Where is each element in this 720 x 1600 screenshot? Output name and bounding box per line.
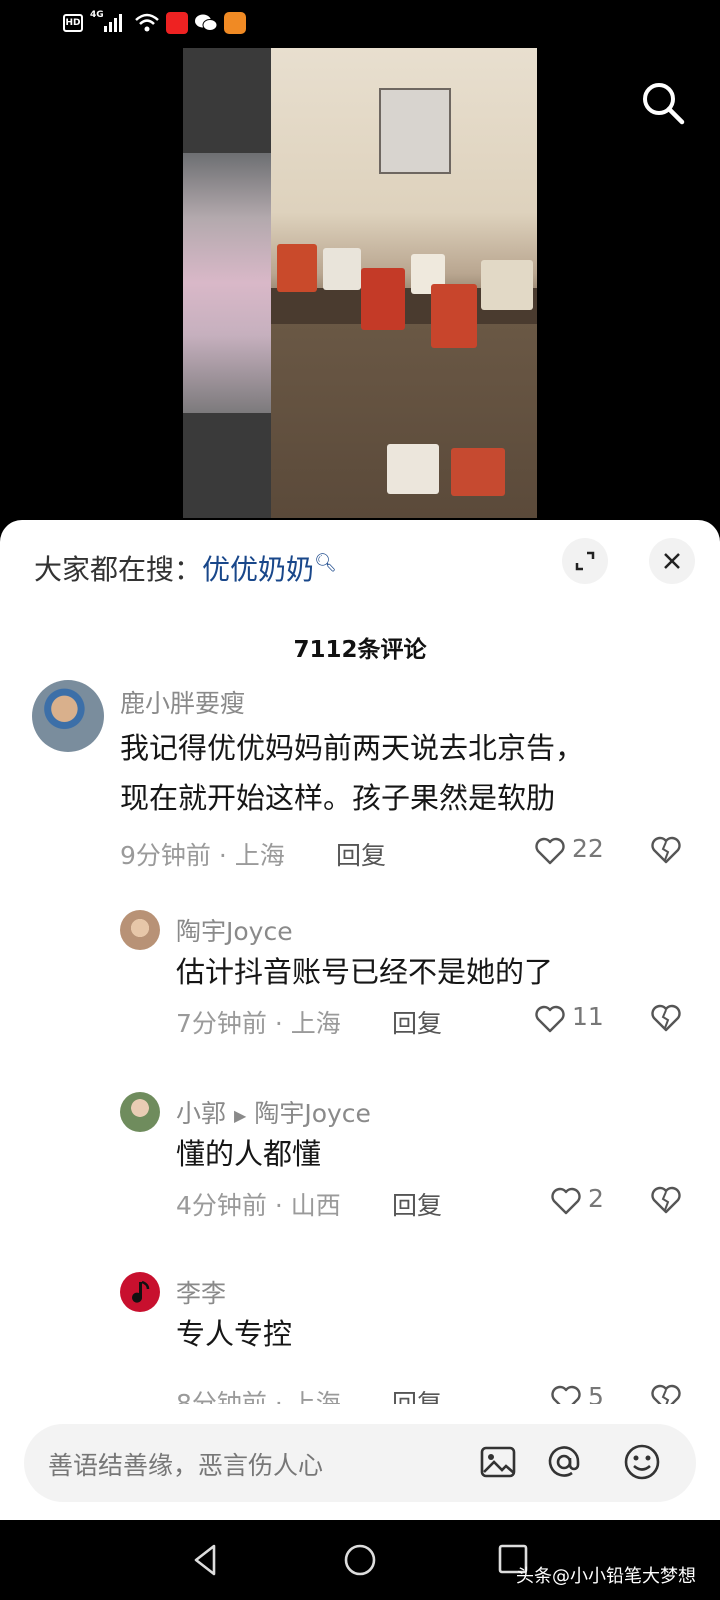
- like-button[interactable]: 11: [534, 1002, 614, 1036]
- comment-text: 估计抖音账号已经不是她的了: [176, 955, 554, 989]
- image-icon[interactable]: [476, 1440, 520, 1484]
- comment-time: 4分钟前: [176, 1191, 267, 1220]
- like-button[interactable]: 5: [550, 1382, 630, 1404]
- like-count: 5: [588, 1382, 604, 1404]
- like-count: 11: [572, 1002, 604, 1031]
- comment-meta: 8分钟前 · 上海: [176, 1384, 341, 1404]
- like-count: 22: [572, 834, 604, 863]
- heart-icon: [535, 1005, 565, 1033]
- comment-location: 上海: [290, 1389, 341, 1404]
- comment-input-placeholder: 善语结善缘，恶言伤人心: [48, 1451, 324, 1480]
- avatar[interactable]: [120, 1092, 160, 1132]
- reply-button[interactable]: 回复: [392, 1384, 442, 1404]
- watermark-account: @小小铅笔大梦想: [552, 1566, 696, 1587]
- home-icon[interactable]: [340, 1540, 380, 1580]
- comment-username[interactable]: 陶宇Joyce: [176, 912, 293, 948]
- avatar[interactable]: [120, 1272, 160, 1312]
- system-nav-bar: [0, 1520, 720, 1600]
- like-count: 2: [588, 1184, 604, 1213]
- watermark: 头条@小小铅笔大梦想: [516, 1562, 696, 1588]
- food-bag: [387, 444, 439, 494]
- reply-button[interactable]: 回复: [392, 1186, 442, 1222]
- comment-item: 李李 专人专控 8分钟前 · 上海 回复 5: [0, 1272, 720, 1404]
- food-bag: [481, 260, 533, 310]
- hd-indicator: HD: [63, 14, 83, 32]
- comment-count: 7112条评论: [293, 637, 427, 663]
- signal-icon: [104, 14, 122, 32]
- comment-meta: 7分钟前 · 上海: [176, 1009, 341, 1038]
- comment-location: 上海: [290, 1009, 341, 1038]
- comment-username-text: 小郭: [176, 1099, 227, 1128]
- at-icon[interactable]: [542, 1440, 586, 1484]
- comment-meta: 4分钟前 · 山西: [176, 1191, 341, 1220]
- like-button[interactable]: 2: [550, 1184, 630, 1218]
- heart-icon: [535, 837, 565, 865]
- video-player[interactable]: [0, 48, 720, 530]
- reply-to-username[interactable]: 陶宇Joyce: [254, 1099, 371, 1128]
- emoji-icon[interactable]: [620, 1440, 664, 1484]
- comment-text: 专人专控: [176, 1317, 293, 1351]
- notification-app-icon: [166, 12, 188, 34]
- food-bag: [451, 448, 505, 496]
- comment-meta: 9分钟前 · 上海: [120, 841, 285, 870]
- comment-text: 现在就开始这样。孩子果然是软肋: [120, 781, 556, 815]
- heart-icon: [551, 1187, 581, 1215]
- comment-text: 懂的人都懂: [176, 1137, 322, 1171]
- heart-icon: [551, 1385, 581, 1404]
- comment-text: 我记得优优妈妈前两天说去北京告，: [120, 731, 585, 765]
- search-icon[interactable]: [638, 78, 688, 128]
- wall-cabinet: [379, 88, 451, 174]
- watermark-platform: 头条: [516, 1566, 552, 1587]
- video-side-image: [183, 153, 271, 413]
- back-icon[interactable]: [186, 1540, 226, 1580]
- food-bag: [277, 244, 317, 292]
- expand-icon: [575, 551, 595, 571]
- food-bag: [431, 284, 477, 348]
- video-frame: [271, 48, 537, 518]
- comment-username[interactable]: 小郭 ▶ 陶宇Joyce: [176, 1094, 371, 1130]
- comment-username[interactable]: 鹿小胖要瘦: [120, 684, 245, 720]
- expand-button[interactable]: [562, 538, 608, 584]
- broken-heart-icon[interactable]: [650, 1002, 682, 1034]
- reply-arrow-icon: ▶: [234, 1105, 247, 1125]
- status-bar: HD 4G: [0, 0, 720, 48]
- close-icon: [664, 553, 680, 569]
- comment-location: 山西: [290, 1191, 341, 1220]
- broken-heart-icon[interactable]: [650, 1184, 682, 1216]
- avatar[interactable]: [120, 910, 160, 950]
- wechat-icon: [195, 14, 218, 31]
- search-suggestion-term[interactable]: 优优奶奶: [202, 553, 314, 586]
- search-suggestion-prefix: 大家都在搜：: [34, 553, 203, 586]
- close-button[interactable]: [649, 538, 695, 584]
- search-suggestion[interactable]: 大家都在搜：优优奶奶🔍︎: [34, 548, 337, 588]
- reply-button[interactable]: 回复: [336, 836, 386, 872]
- comment-input[interactable]: 善语结善缘，恶言伤人心: [24, 1424, 696, 1502]
- reply-button[interactable]: 回复: [392, 1004, 442, 1040]
- music-note-icon: [132, 1280, 150, 1303]
- avatar[interactable]: [32, 680, 104, 752]
- comment-location: 上海: [234, 841, 285, 870]
- search-small-icon: 🔍︎: [314, 552, 337, 574]
- wifi-icon: [135, 13, 159, 32]
- comment-time: 9分钟前: [120, 841, 211, 870]
- like-button[interactable]: 22: [534, 834, 614, 868]
- food-bag: [361, 268, 405, 330]
- broken-heart-icon[interactable]: [650, 834, 682, 866]
- broken-heart-icon[interactable]: [650, 1382, 682, 1404]
- video-app-icon: [224, 12, 246, 34]
- comment-time: 7分钟前: [176, 1009, 267, 1038]
- comment-time: 8分钟前: [176, 1389, 267, 1404]
- comment-username[interactable]: 李李: [176, 1274, 226, 1310]
- food-bag: [323, 248, 361, 290]
